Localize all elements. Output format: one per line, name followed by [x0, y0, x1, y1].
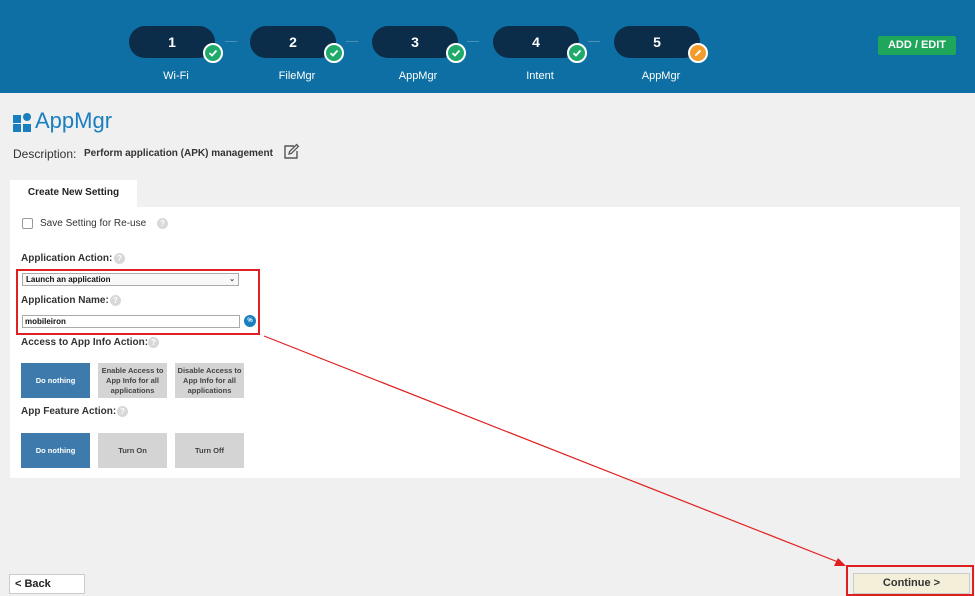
chevron-down-icon: ⌄ — [229, 276, 235, 283]
save-setting-label: Save Setting for Re-use — [40, 218, 147, 229]
application-name-label: Application Name: — [21, 295, 109, 306]
step-5-number: 5 — [653, 34, 661, 50]
step-2-pill[interactable]: 2 — [250, 26, 344, 63]
help-icon[interactable]: ? — [117, 406, 128, 417]
step-2-number: 2 — [289, 34, 297, 50]
step-3-pill[interactable]: 3 — [372, 26, 466, 63]
info-option-disable[interactable]: Disable Access to App Info for all appli… — [175, 363, 244, 398]
feature-option-turn-off[interactable]: Turn Off — [175, 433, 244, 468]
continue-button[interactable]: Continue > — [853, 573, 970, 594]
description-value: Perform application (APK) management — [84, 148, 273, 159]
app-feature-action-label: App Feature Action: — [21, 406, 117, 417]
check-icon — [567, 43, 587, 63]
step-1-number: 1 — [168, 34, 176, 50]
feature-option-turn-on[interactable]: Turn On — [98, 433, 167, 468]
check-icon — [203, 43, 223, 63]
application-name-input[interactable] — [22, 315, 240, 328]
step-4-number: 4 — [532, 34, 540, 50]
add-edit-button[interactable]: ADD / EDIT — [878, 36, 956, 55]
page-title: AppMgr — [35, 108, 113, 133]
description-label: Description: — [13, 147, 77, 161]
step-4-pill[interactable]: 4 — [493, 26, 587, 63]
application-action-value: Launch an application — [26, 275, 111, 284]
feature-option-do-nothing[interactable]: Do nothing — [21, 433, 90, 468]
back-button[interactable]: < Back — [9, 574, 85, 594]
app-info-action-label: Access to App Info Action: — [21, 337, 149, 348]
application-action-select[interactable]: Launch an application ⌄ — [22, 273, 239, 286]
check-icon — [446, 43, 466, 63]
pencil-icon — [688, 43, 708, 63]
step-3-number: 3 — [411, 34, 419, 50]
help-icon[interactable]: ? — [110, 295, 121, 306]
save-setting-checkbox[interactable] — [22, 218, 33, 229]
wizard-header: 1 Wi-Fi 2 FileMgr 3 AppMgr 4 Intent 5 Ap… — [0, 0, 975, 93]
step-divider — [225, 41, 237, 42]
help-icon[interactable]: ? — [157, 218, 168, 229]
step-4-label: Intent — [526, 70, 554, 82]
step-5-pill[interactable]: 5 — [614, 26, 708, 63]
step-1-pill[interactable]: 1 — [129, 26, 223, 63]
step-divider — [588, 41, 600, 42]
app-grid-icon — [13, 113, 32, 132]
info-option-enable[interactable]: Enable Access to App Info for all applic… — [98, 363, 167, 398]
step-5-label: AppMgr — [641, 70, 681, 82]
tab-create-new-setting[interactable]: Create New Setting — [10, 180, 137, 208]
help-icon[interactable]: ? — [148, 337, 159, 348]
variable-insert-button[interactable]: % — [244, 315, 256, 327]
step-3-label: AppMgr — [398, 70, 438, 82]
step-divider — [467, 41, 479, 42]
step-divider — [346, 41, 358, 42]
application-action-label: Application Action: — [21, 253, 113, 264]
check-icon — [324, 43, 344, 63]
help-icon[interactable]: ? — [114, 253, 125, 264]
info-option-do-nothing[interactable]: Do nothing — [21, 363, 90, 398]
step-2-label: FileMgr — [278, 70, 316, 82]
edit-description-icon[interactable] — [282, 143, 300, 161]
step-1-label: Wi-Fi — [163, 70, 189, 82]
